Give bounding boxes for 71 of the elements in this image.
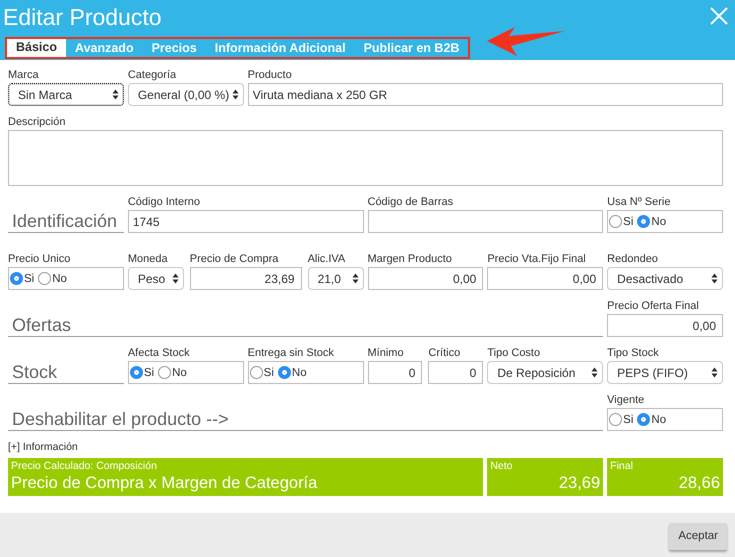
select-field[interactable]: De Reposición: [487, 361, 604, 384]
field-label: Redondeo: [607, 253, 659, 267]
field-label: Margen Producto: [368, 253, 453, 267]
number-field[interactable]: 0: [368, 361, 422, 384]
select-field[interactable]: Peso: [128, 267, 184, 290]
caret-icon: [711, 273, 718, 284]
accept-button[interactable]: Aceptar: [669, 522, 727, 550]
field-label: Código de Barras: [368, 196, 454, 210]
summary-label: Precio Calculado: Composición: [11, 460, 158, 473]
field-label: Vigente: [607, 394, 646, 408]
radio-option[interactable]: Si: [250, 366, 274, 379]
caret-icon: [711, 367, 718, 378]
field-label: Alic.IVA: [308, 253, 346, 267]
radio-option[interactable]: Si: [609, 413, 634, 426]
select-field[interactable]: General (0,00 %): [128, 83, 244, 106]
number-field[interactable]: 0,00: [487, 267, 604, 290]
radio-option[interactable]: No: [278, 366, 307, 379]
field-label: Crítico: [428, 347, 462, 361]
field-label: Precio Oferta Final: [607, 300, 700, 314]
field-label: Precio Unico: [8, 253, 72, 267]
select-field[interactable]: Desactivado: [607, 267, 723, 290]
caret-icon: [112, 89, 119, 100]
number-field[interactable]: 0,00: [368, 267, 484, 290]
select-field[interactable]: 21,0: [308, 267, 364, 290]
info-link[interactable]: [+] Información: [8, 441, 78, 453]
field-label: Precio Vta.Fijo Final: [487, 253, 587, 267]
text-field[interactable]: 1745: [128, 210, 364, 233]
field-label: Mínimo: [368, 347, 405, 361]
radio-option[interactable]: Si: [609, 215, 634, 228]
radio-option[interactable]: Si: [130, 366, 154, 379]
select-field[interactable]: Sin Marca: [8, 83, 124, 106]
summary-value: 28,66: [678, 473, 720, 494]
caret-icon: [172, 273, 179, 284]
radio-option[interactable]: No: [158, 366, 187, 379]
text-area[interactable]: [8, 130, 723, 186]
text-field[interactable]: [368, 210, 604, 233]
radio-option[interactable]: No: [637, 413, 666, 426]
text-field[interactable]: Viruta mediana x 250 GR: [248, 83, 723, 106]
field-label: Entrega sin Stock: [248, 347, 335, 361]
field-label: Descripción: [8, 116, 66, 130]
select-field[interactable]: PEPS (FIFO): [607, 361, 723, 384]
field-label: Categoría: [128, 69, 178, 83]
radio-option[interactable]: No: [38, 272, 67, 285]
caret-icon: [232, 89, 239, 100]
section-heading: Ofertas: [8, 315, 604, 337]
field-label: Afecta Stock: [128, 347, 191, 361]
close-icon[interactable]: [709, 6, 729, 26]
field-label: Producto: [248, 69, 293, 83]
field-label: Marca: [8, 69, 40, 83]
section-heading: Stock: [8, 362, 124, 384]
radio-option[interactable]: Si: [10, 272, 34, 285]
number-field[interactable]: 0: [428, 361, 484, 384]
tab[interactable]: Básico: [7, 39, 66, 57]
field-label: Código Interno: [128, 196, 201, 210]
summary-label: Final: [610, 460, 634, 473]
summary-value: 23,69: [558, 473, 600, 494]
window-title: Editar Producto: [3, 3, 162, 31]
field-label: Tipo Costo: [487, 347, 542, 361]
number-field[interactable]: 0,00: [607, 314, 723, 337]
number-field[interactable]: 23,69: [190, 267, 302, 290]
section-heading: Deshabilitar el producto -->: [8, 409, 604, 431]
field-label: Usa Nº Serie: [607, 196, 672, 210]
field-label: Moneda: [128, 253, 169, 267]
caret-icon: [591, 367, 598, 378]
caret-icon: [352, 273, 358, 284]
field-label: Tipo Stock: [607, 347, 660, 361]
radio-option[interactable]: No: [637, 215, 666, 228]
summary-value: Precio de Compra x Margen de Categoría: [11, 473, 318, 494]
field-label: Precio de Compra: [190, 253, 280, 267]
section-heading: Identificación: [8, 211, 124, 233]
summary-label: Neto: [490, 460, 514, 473]
